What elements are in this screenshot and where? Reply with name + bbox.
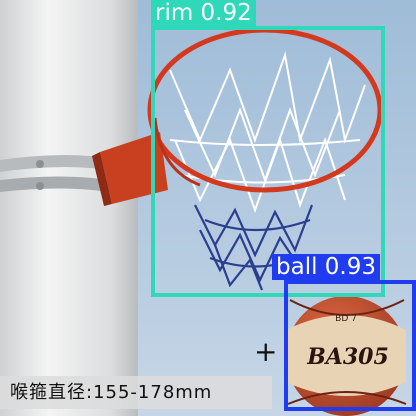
caption-bar: 喉箍直径:155-178mm (0, 376, 272, 409)
plus-mark: + (254, 335, 278, 368)
rim-detection-label: rim 0.92 (151, 0, 256, 26)
pole (0, 0, 138, 416)
ball-detection-label: ball 0.93 (272, 254, 380, 280)
photo-frame: BD 7 BA305 rim 0.92 ball 0.93 + 喉箍直径:155… (0, 0, 416, 416)
clamp-bolt (36, 160, 44, 168)
clamp-bolt (36, 182, 44, 190)
ball-detection-box (284, 280, 416, 411)
